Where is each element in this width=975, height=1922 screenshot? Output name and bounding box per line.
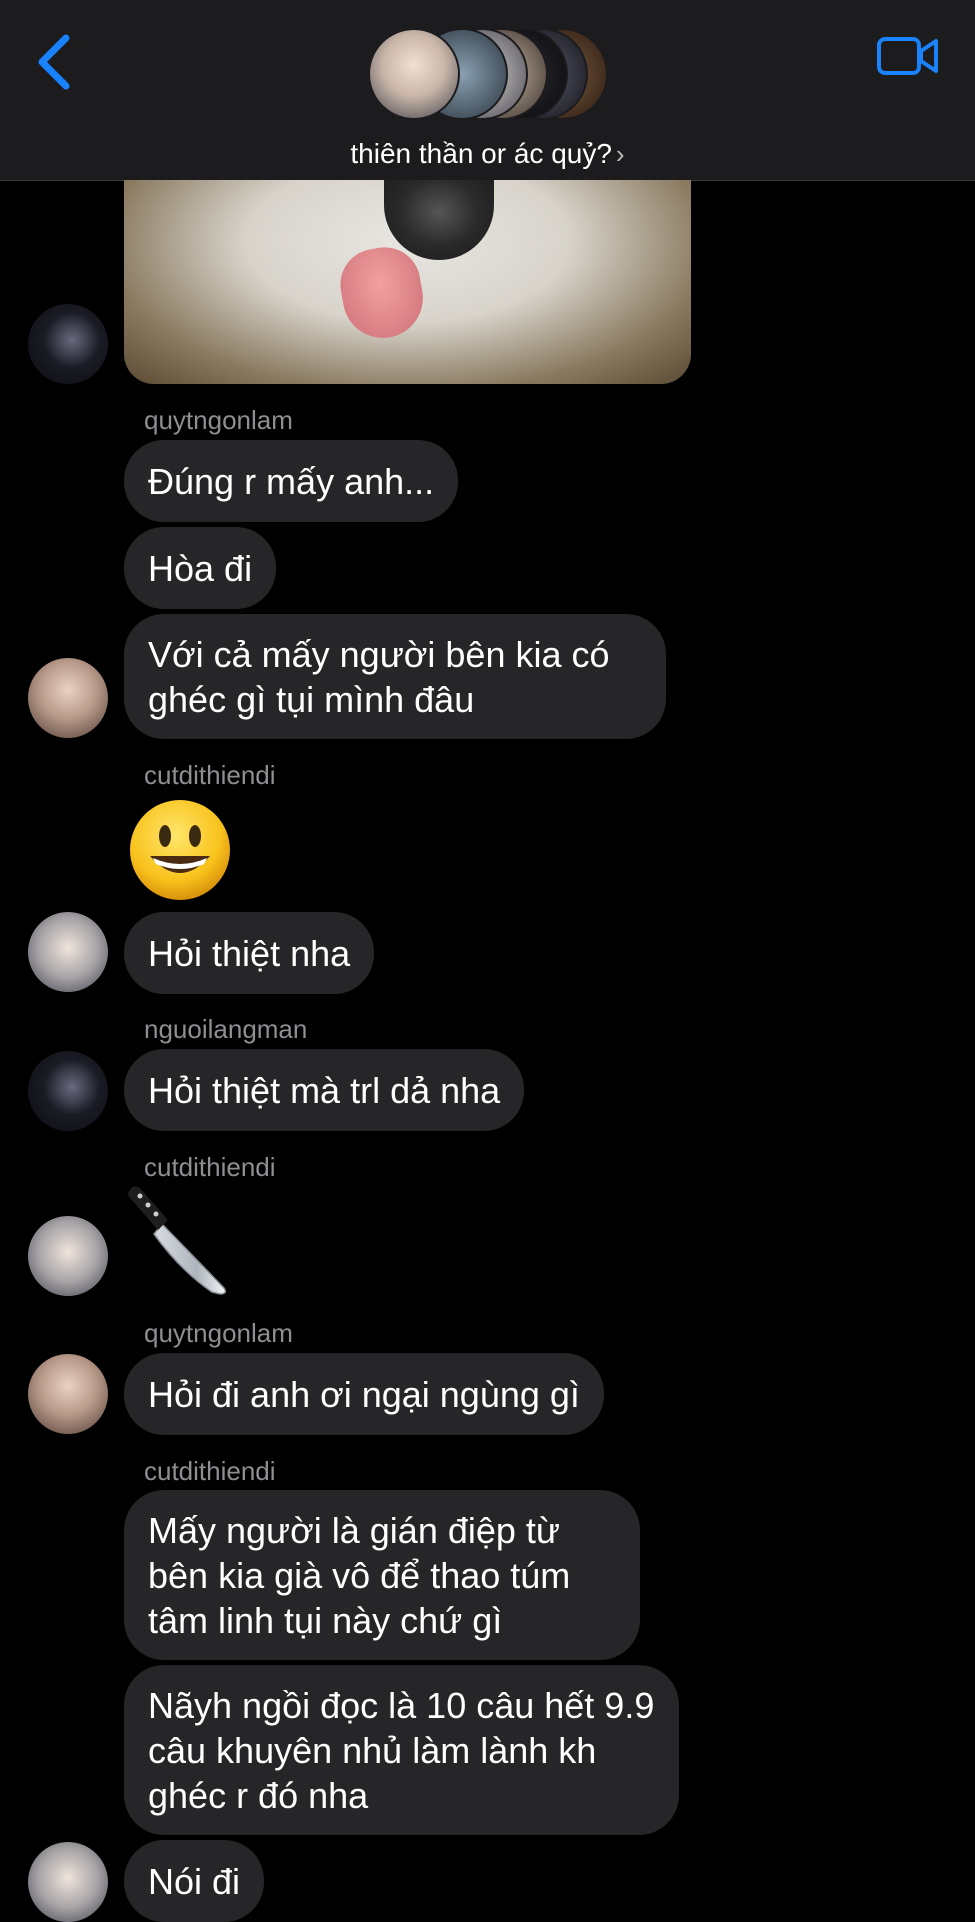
video-camera-icon[interactable] (876, 34, 940, 78)
chevron-right-icon: › (615, 139, 625, 169)
shared-photo[interactable] (124, 180, 691, 384)
group-avatar-stack[interactable] (368, 28, 608, 124)
sender-name: quytngonlam (144, 405, 293, 435)
sender-name: quytngonlam (144, 1318, 293, 1348)
message-bubble[interactable]: Nói đi (124, 1840, 265, 1922)
grinning-face-emoji[interactable] (128, 798, 232, 902)
avatar[interactable] (28, 658, 108, 738)
sender-name: cutdithiendi (144, 1456, 276, 1486)
message-bubble[interactable]: Với cả mấy người bên kia có ghéc gì tụi … (124, 614, 666, 739)
message-bubble[interactable]: Mấy người là gián điệp từ bên kia già vô… (124, 1490, 640, 1660)
avatar[interactable] (28, 1842, 108, 1922)
group-title[interactable]: thiên thần or ác quỷ? › (0, 138, 975, 170)
dog-tongue (334, 241, 430, 345)
chat-header: thiên thần or ác quỷ? › (0, 0, 975, 181)
knife-emoji[interactable] (124, 1180, 236, 1300)
message-bubble[interactable]: Hòa đi (124, 527, 277, 609)
group-name: thiên thần or ác quỷ? (350, 138, 612, 169)
message-bubble[interactable]: Hỏi thiệt mà trl dả nha (124, 1049, 525, 1131)
message-bubble[interactable]: Đúng r mấy anh... (124, 440, 459, 522)
message-bubble[interactable]: Hỏi thiệt nha (124, 912, 375, 994)
sender-name: cutdithiendi (144, 1152, 276, 1182)
dog-nose (384, 180, 494, 260)
message-bubble[interactable]: Nãyh ngồi đọc là 10 câu hết 9.9 câu khuy… (124, 1665, 679, 1835)
avatar[interactable] (28, 1354, 108, 1434)
avatar[interactable] (28, 1051, 108, 1131)
avatar[interactable] (28, 304, 108, 384)
avatar[interactable] (28, 912, 108, 992)
message-bubble[interactable]: Hỏi đi anh ơi ngại ngùng gì (124, 1353, 604, 1435)
avatar[interactable] (28, 1216, 108, 1296)
sender-name: nguoilangman (144, 1014, 308, 1044)
chevron-left-icon[interactable] (30, 30, 80, 94)
sender-name: cutdithiendi (144, 760, 276, 790)
member-avatar (368, 28, 460, 120)
